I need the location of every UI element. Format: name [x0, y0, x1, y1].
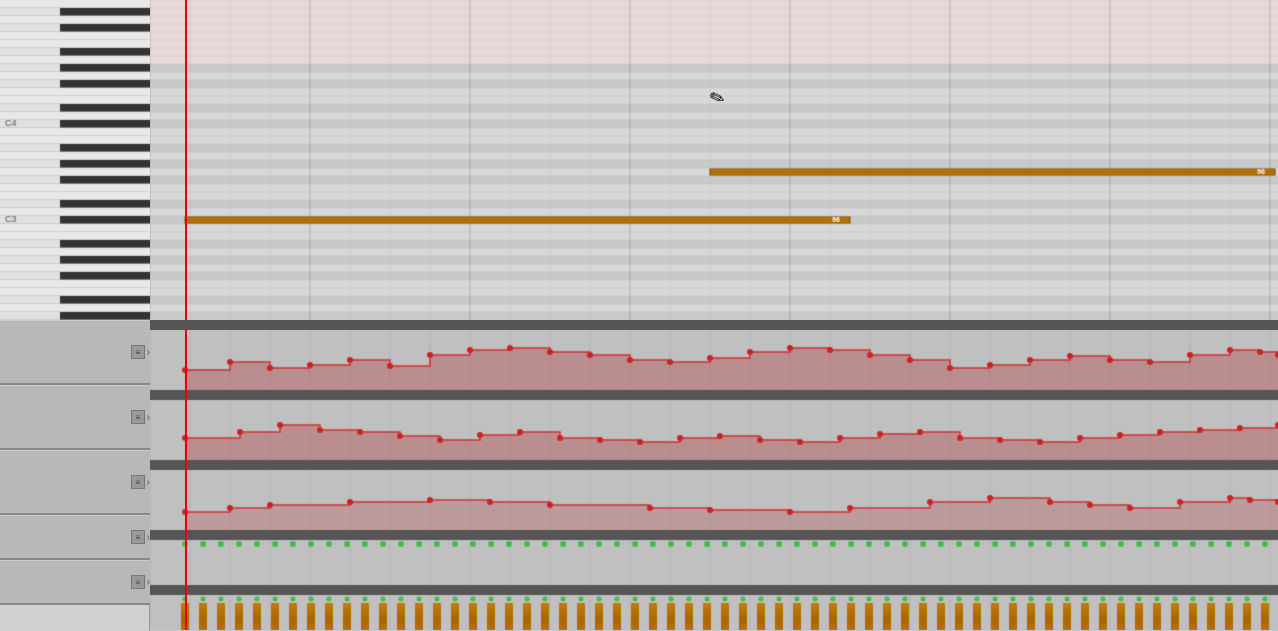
playhead [185, 0, 187, 320]
roll-separator [150, 320, 1278, 330]
control-lanes [150, 330, 1278, 630]
content-area: ✎ [150, 0, 1278, 631]
piano-keys [0, 0, 150, 320]
playhead-lanes [185, 330, 187, 630]
lane-settings-channel-pressure[interactable]: ≡ [131, 345, 145, 359]
lane-label-program[interactable]: › ≡ [0, 385, 150, 450]
lane-settings-program[interactable]: ≡ [131, 410, 145, 424]
lane-settings-pitch[interactable]: ≡ [131, 475, 145, 489]
lane-label-pitch[interactable]: › ≡ [0, 450, 150, 515]
piano-sidebar: › ≡ › ≡ › ≡ › ≡ › ≡ [0, 0, 150, 631]
lane-label-channel-pressure[interactable]: › ≡ [0, 320, 150, 385]
piano-roll-grid[interactable]: ✎ [150, 0, 1278, 320]
lane-labels: › ≡ › ≡ › ≡ › ≡ › ≡ [0, 320, 150, 631]
lane-label-velocity[interactable]: › ≡ [0, 560, 150, 605]
lane-settings-note-velocity[interactable]: ≡ [131, 530, 145, 544]
lane-settings-velocity[interactable]: ≡ [131, 575, 145, 589]
main-container: › ≡ › ≡ › ≡ › ≡ › ≡ [0, 0, 1278, 631]
lane-label-note-velocity[interactable]: › ≡ [0, 515, 150, 560]
